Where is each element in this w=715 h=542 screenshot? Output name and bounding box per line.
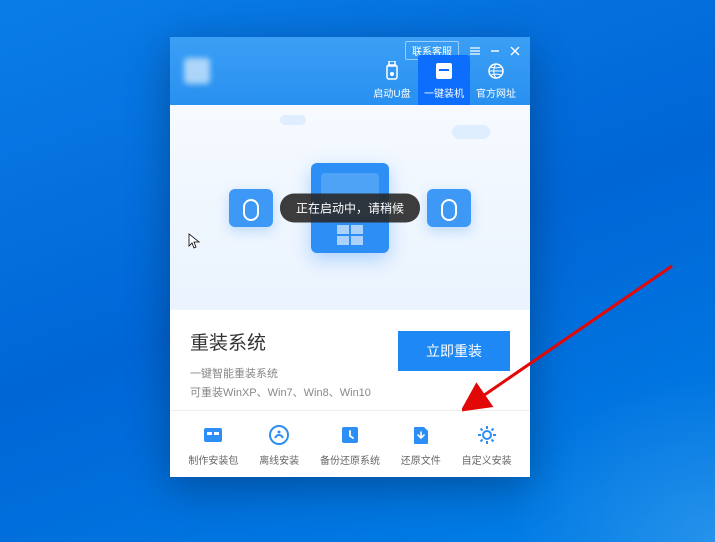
hero-illustration: 正在启动中，请稍候: [170, 105, 530, 310]
logo-icon: [184, 58, 210, 84]
windows-flag-icon: [337, 225, 363, 245]
nav-offline-install[interactable]: 离线安装: [259, 423, 299, 467]
gear-icon: [475, 423, 499, 447]
titlebar: 联系客服 启动U盘: [170, 37, 530, 105]
nav-label: 备份还原系统: [320, 452, 380, 467]
nav-backup-restore[interactable]: 备份还原系统: [320, 423, 380, 467]
device-icon: [229, 189, 273, 227]
loading-toast: 正在启动中，请稍候: [280, 193, 420, 222]
nav-label: 制作安装包: [188, 452, 238, 467]
cloud-icon: [452, 125, 490, 139]
backup-icon: [338, 423, 362, 447]
nav-restore-file[interactable]: 还原文件: [401, 423, 441, 467]
header-nav: 启动U盘 一键装机 官方网址: [366, 55, 522, 105]
nav-label: 还原文件: [401, 452, 441, 467]
install-icon: [434, 61, 454, 81]
globe-icon: [486, 61, 506, 81]
nav-label: 离线安装: [259, 452, 299, 467]
tab-label: 启动U盘: [373, 85, 410, 100]
page-title: 重装系统: [190, 328, 371, 355]
nav-custom-install[interactable]: 自定义安装: [462, 423, 512, 467]
nav-make-package[interactable]: 制作安装包: [188, 423, 238, 467]
reinstall-now-button[interactable]: 立即重装: [398, 331, 510, 371]
app-window: 联系客服 启动U盘: [170, 37, 530, 477]
app-logo: [184, 58, 243, 84]
tab-one-click-install[interactable]: 一键装机: [418, 55, 470, 105]
tab-label: 一键装机: [424, 85, 464, 100]
subtitle-2: 可重装WinXP、Win7、Win8、Win10: [190, 384, 371, 400]
tab-boot-usb[interactable]: 启动U盘: [366, 55, 418, 105]
subtitle-1: 一键智能重装系统: [190, 365, 371, 381]
content-text: 重装系统 一键智能重装系统 可重装WinXP、Win7、Win8、Win10: [190, 328, 371, 400]
device-icon: [427, 189, 471, 227]
bottom-nav: 制作安装包 离线安装 备份还原系统 还原文件 自定义安装: [170, 410, 530, 477]
restore-file-icon: [409, 423, 433, 447]
nav-label: 自定义安装: [462, 452, 512, 467]
tab-label: 官方网址: [476, 85, 516, 100]
cursor-icon: [188, 233, 200, 252]
offline-icon: [267, 423, 291, 447]
tab-official-site[interactable]: 官方网址: [470, 55, 522, 105]
cloud-icon: [280, 115, 306, 125]
package-icon: [201, 423, 225, 447]
logo-text: [216, 62, 243, 80]
main-content: 重装系统 一键智能重装系统 可重装WinXP、Win7、Win8、Win10 立…: [170, 310, 530, 410]
usb-icon: [382, 61, 402, 81]
